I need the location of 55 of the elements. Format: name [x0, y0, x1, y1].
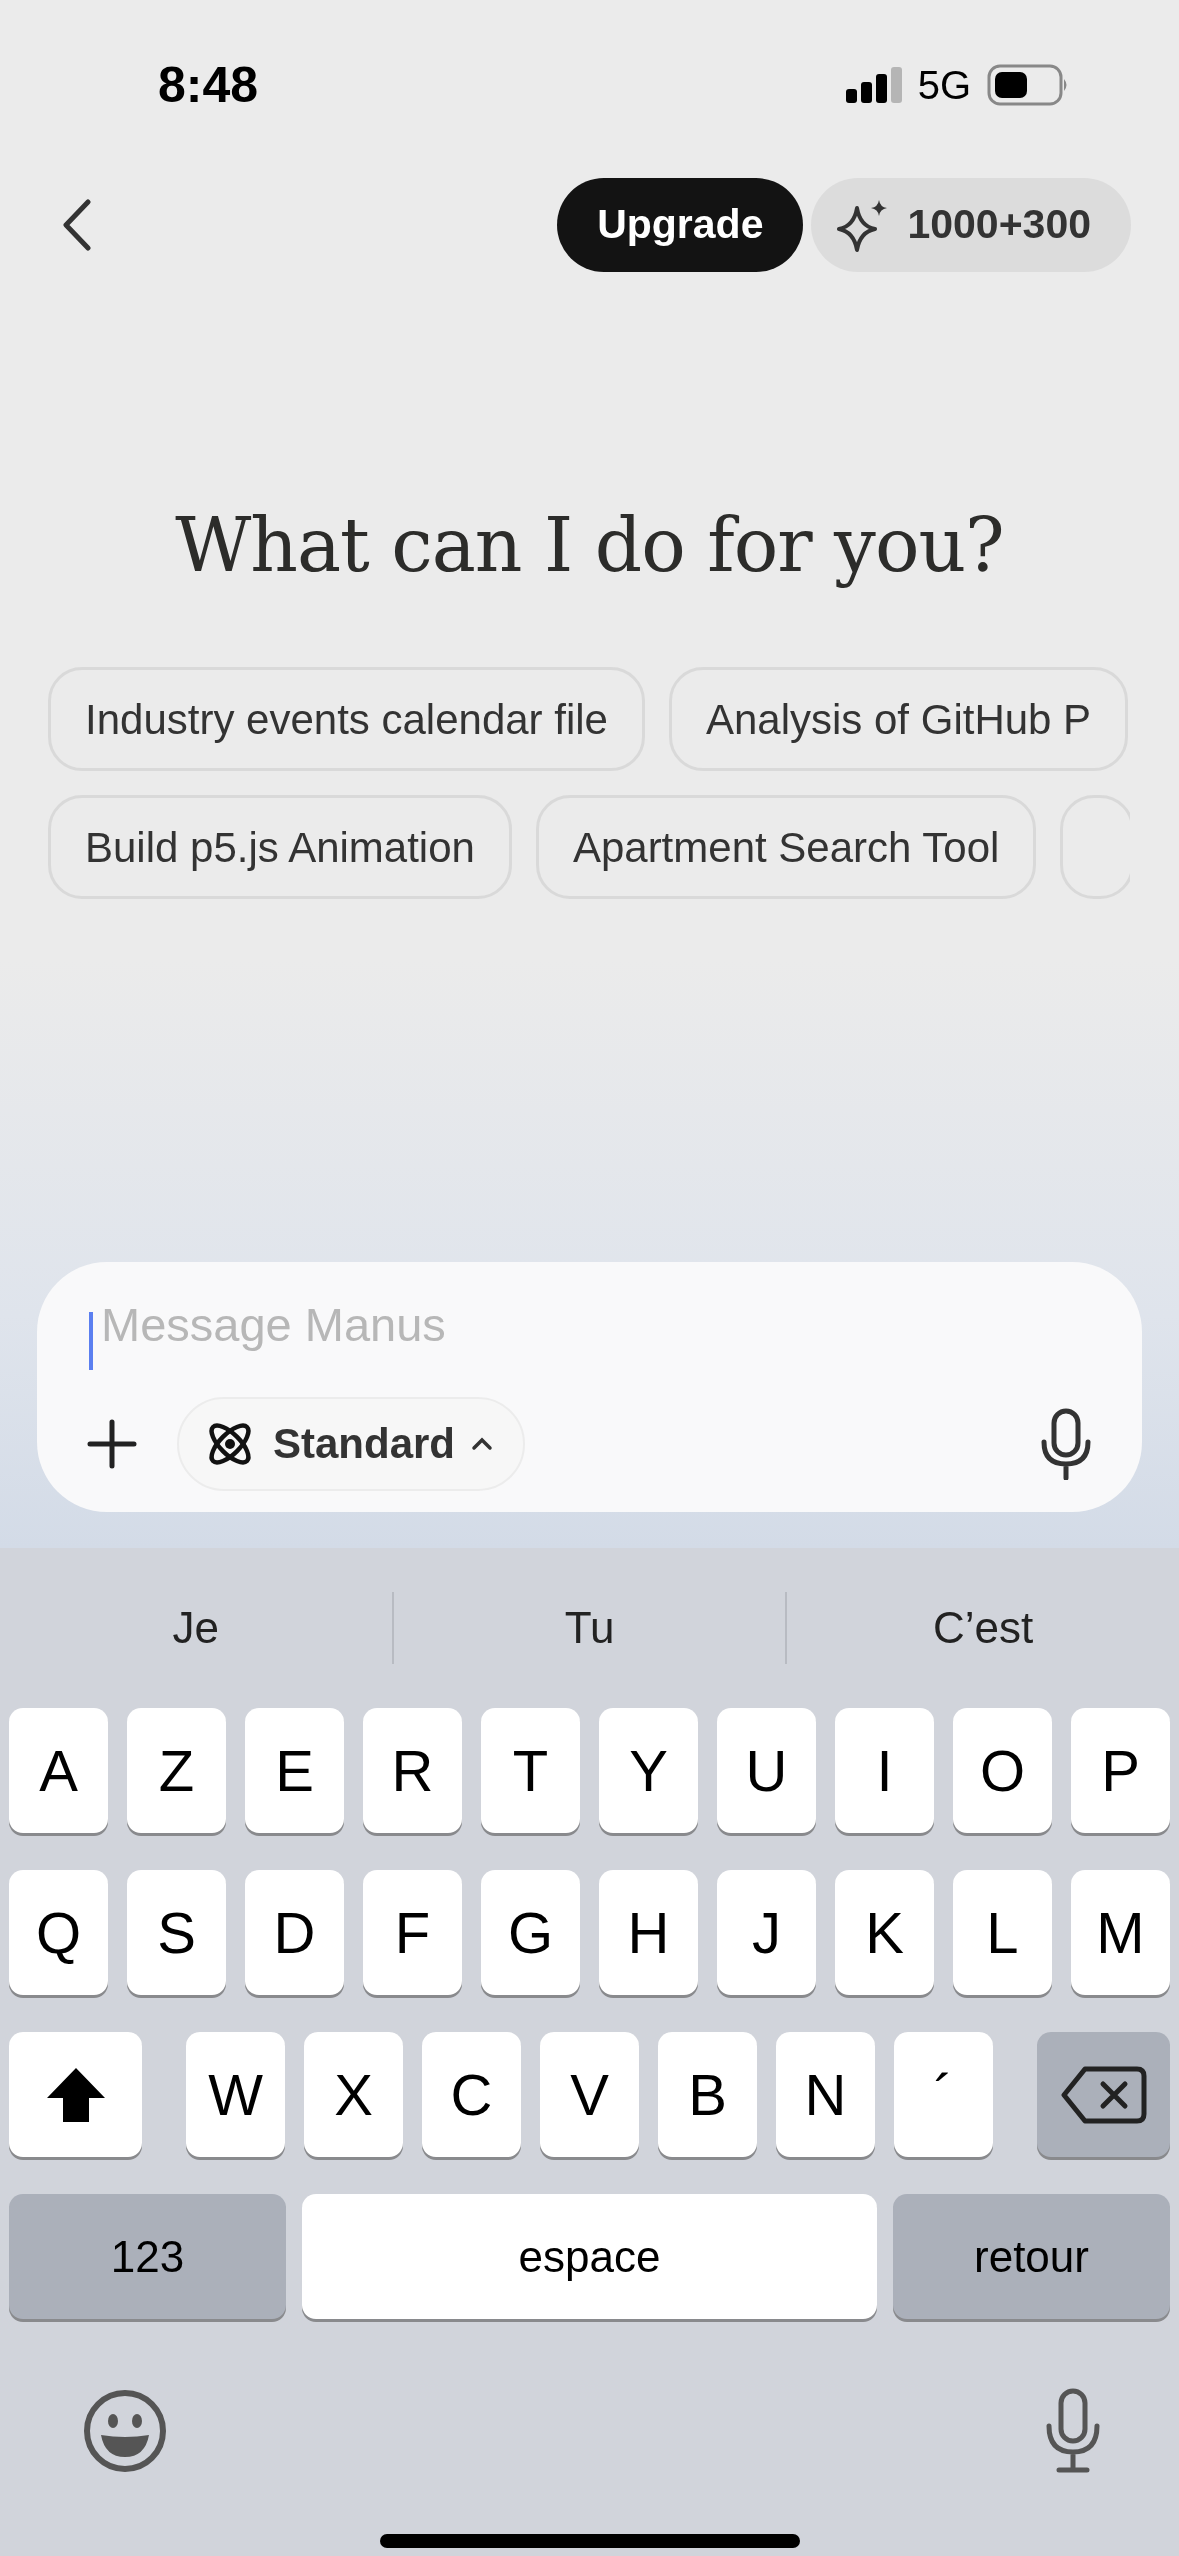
signal-icon: [845, 67, 902, 103]
numbers-key[interactable]: 123: [9, 2194, 286, 2319]
key[interactable]: Q: [9, 1870, 108, 1995]
back-icon[interactable]: [62, 199, 92, 251]
key[interactable]: U: [717, 1708, 816, 1833]
key[interactable]: M: [1071, 1870, 1170, 1995]
mode-selector[interactable]: Standard: [177, 1396, 526, 1491]
key[interactable]: O: [953, 1708, 1052, 1833]
key[interactable]: K: [835, 1870, 934, 1995]
key[interactable]: Y: [599, 1708, 698, 1833]
key[interactable]: N: [776, 2032, 875, 2157]
key[interactable]: J: [717, 1870, 816, 1995]
key[interactable]: T: [481, 1708, 580, 1833]
key[interactable]: X: [304, 2032, 403, 2157]
key[interactable]: ´: [894, 2032, 993, 2157]
backspace-icon: [1060, 2065, 1147, 2124]
page-title: What can I do for you?: [174, 501, 1005, 590]
return-key[interactable]: retour: [893, 2194, 1170, 2319]
network-type: 5G: [917, 62, 971, 109]
credits-button[interactable]: 1000+300: [811, 178, 1131, 272]
emoji-icon[interactable]: [83, 2389, 167, 2473]
key[interactable]: E: [245, 1708, 344, 1833]
word-suggestion[interactable]: Je: [172, 1603, 220, 1652]
suggestion-chip[interactable]: Build p5.js Animation: [48, 795, 512, 899]
key[interactable]: F: [363, 1870, 462, 1995]
key[interactable]: S: [127, 1870, 226, 1995]
word-suggestion[interactable]: Tu: [564, 1603, 615, 1652]
key[interactable]: H: [599, 1870, 698, 1995]
suggestion-chip[interactable]: Apartment Search Tool: [535, 795, 1037, 899]
word-suggestion[interactable]: C’est: [933, 1603, 1034, 1652]
key[interactable]: R: [363, 1708, 462, 1833]
key[interactable]: G: [481, 1870, 580, 1995]
key[interactable]: A: [9, 1708, 108, 1833]
key[interactable]: W: [186, 2032, 285, 2157]
key[interactable]: V: [540, 2032, 639, 2157]
key[interactable]: D: [245, 1870, 344, 1995]
text-cursor: [89, 1312, 93, 1370]
key[interactable]: P: [1071, 1708, 1170, 1833]
key[interactable]: B: [658, 2032, 757, 2157]
suggestion-chip[interactable]: Analysis of GitHub P: [668, 667, 1129, 771]
shift-key[interactable]: [9, 2032, 142, 2157]
key[interactable]: C: [422, 2032, 521, 2157]
key[interactable]: I: [835, 1708, 934, 1833]
upgrade-button[interactable]: Upgrade: [557, 178, 804, 272]
backspace-key[interactable]: [1037, 2032, 1170, 2157]
message-field[interactable]: Message Manus Standard: [37, 1262, 1142, 1512]
battery-icon: [987, 64, 1069, 106]
microphone-icon[interactable]: [1040, 1407, 1092, 1480]
suggestion-chip[interactable]: Industry events calendar file: [48, 667, 645, 771]
space-key[interactable]: espace: [302, 2194, 877, 2319]
key[interactable]: L: [953, 1870, 1052, 1995]
plus-icon[interactable]: [87, 1418, 137, 1469]
chevron-up-icon: [471, 1436, 494, 1451]
key[interactable]: Z: [127, 1708, 226, 1833]
status-time: 8:48: [158, 55, 259, 115]
